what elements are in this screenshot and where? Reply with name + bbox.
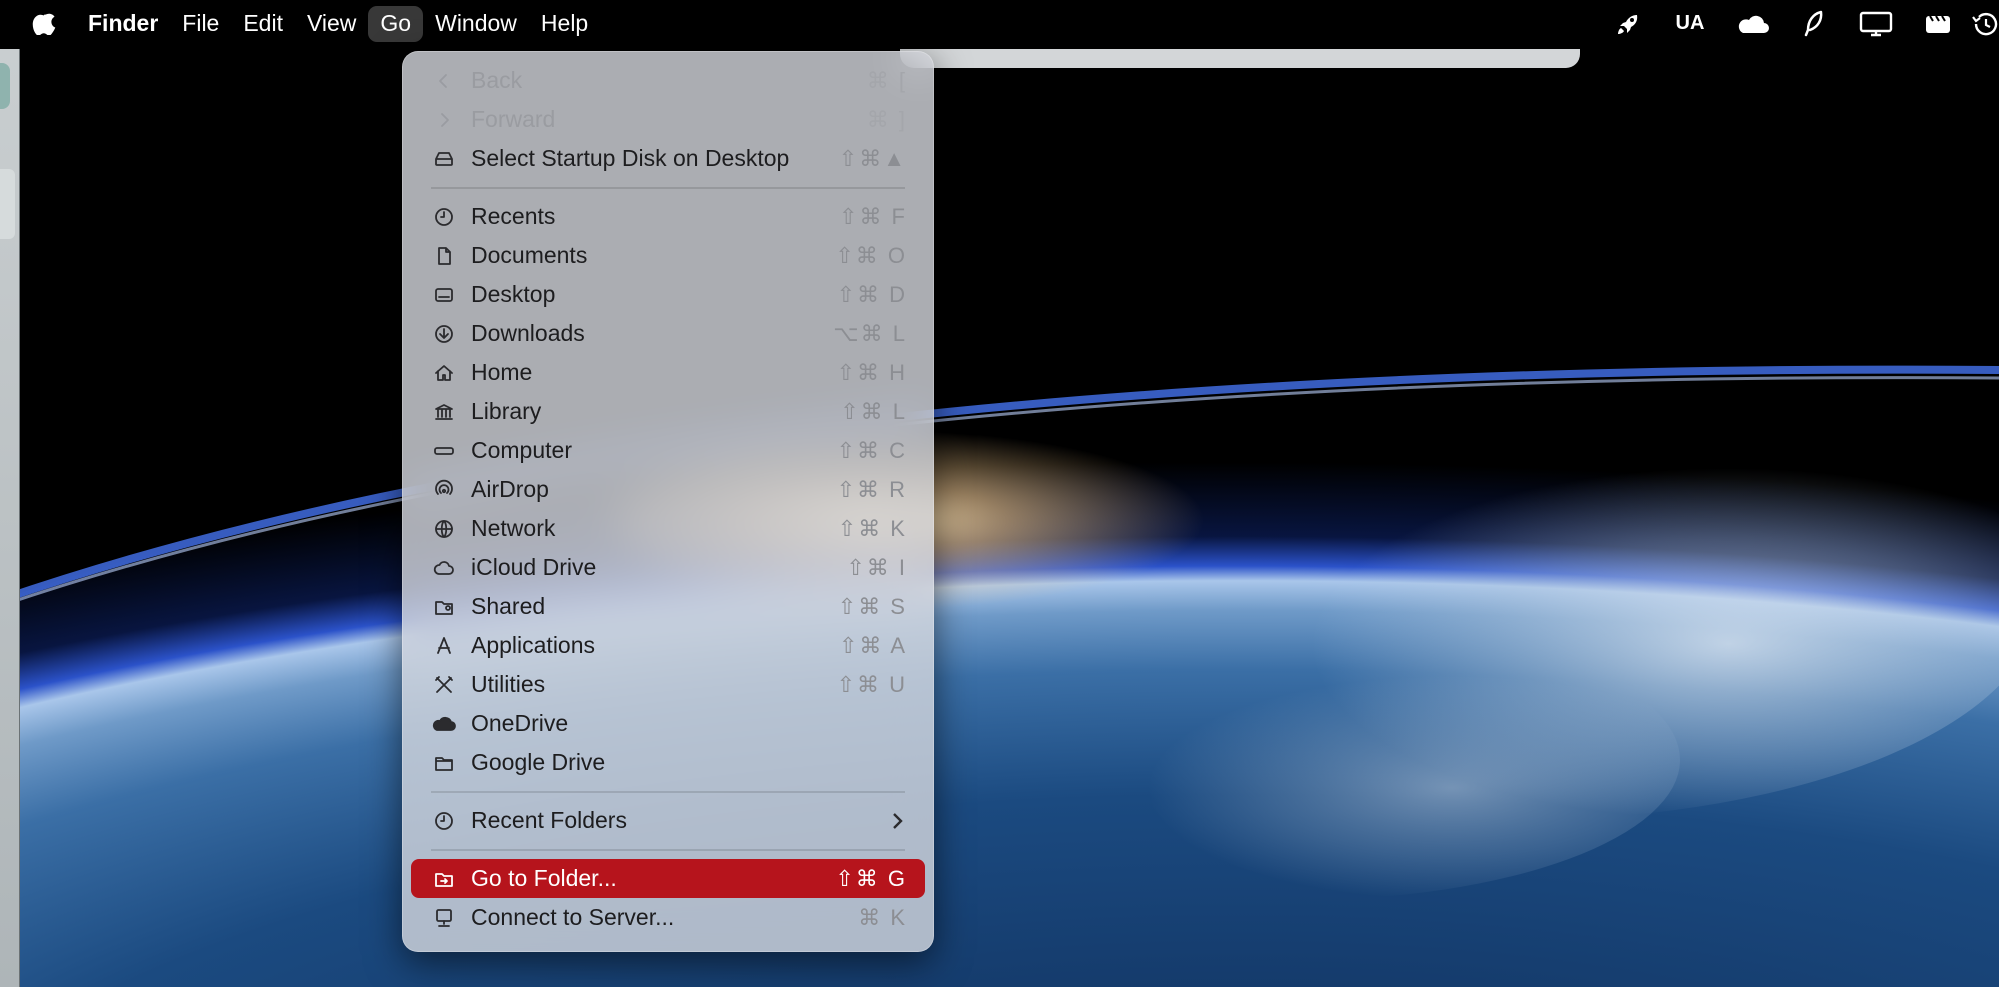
- menu-item-network[interactable]: Network ⇧⌘ K: [411, 509, 925, 548]
- menu-item-downloads[interactable]: Downloads ⌥⌘ L: [411, 314, 925, 353]
- menu-file[interactable]: File: [170, 6, 231, 42]
- menu-item-go-to-folder[interactable]: Go to Folder... ⇧⌘ G: [411, 859, 925, 898]
- menu-item-airdrop[interactable]: AirDrop ⇧⌘ R: [411, 470, 925, 509]
- time-machine-icon[interactable]: [1969, 0, 1999, 47]
- computer-icon: [431, 438, 457, 464]
- menu-item-select-startup-disk[interactable]: Select Startup Disk on Desktop ⇧⌘▲: [411, 139, 925, 178]
- display-icon[interactable]: [1845, 0, 1907, 47]
- clapperboard-icon[interactable]: [1907, 0, 1969, 47]
- rocket-icon[interactable]: [1597, 0, 1659, 47]
- clock-icon: [431, 808, 457, 834]
- shared-folder-icon: [431, 594, 457, 620]
- input-source-indicator[interactable]: UA: [1659, 0, 1721, 47]
- desktop-wallpaper: [0, 0, 1999, 987]
- applications-icon: [431, 633, 457, 659]
- menu-edit[interactable]: Edit: [231, 6, 295, 42]
- download-icon: [431, 321, 457, 347]
- server-icon: [431, 905, 457, 931]
- apple-logo-icon: [32, 7, 56, 41]
- menu-item-utilities[interactable]: Utilities ⇧⌘ U: [411, 665, 925, 704]
- menu-help[interactable]: Help: [529, 6, 600, 42]
- folder-icon: [431, 750, 457, 776]
- disk-icon: [431, 146, 457, 172]
- menu-item-google-drive[interactable]: Google Drive: [411, 743, 925, 782]
- library-icon: [431, 399, 457, 425]
- chevron-left-icon: [431, 68, 457, 94]
- background-window[interactable]: [900, 49, 1580, 68]
- menu-separator: [431, 849, 905, 851]
- chevron-right-icon: [887, 809, 907, 833]
- clock-icon: [431, 204, 457, 230]
- cloud-icon: [431, 555, 457, 581]
- menu-item-home[interactable]: Home ⇧⌘ H: [411, 353, 925, 392]
- desktop-icon: [431, 282, 457, 308]
- document-icon: [431, 243, 457, 269]
- menu-item-library[interactable]: Library ⇧⌘ L: [411, 392, 925, 431]
- home-icon: [431, 360, 457, 386]
- menu-item-connect-to-server[interactable]: Connect to Server... ⌘ K: [411, 898, 925, 937]
- menu-item-recents[interactable]: Recents ⇧⌘ F: [411, 197, 925, 236]
- onedrive-icon: [431, 711, 457, 737]
- menu-separator: [431, 187, 905, 189]
- airdrop-icon: [431, 477, 457, 503]
- apple-menu[interactable]: [28, 6, 76, 42]
- go-folder-icon: [431, 866, 457, 892]
- background-window-edge[interactable]: [0, 49, 20, 987]
- menu-finder[interactable]: Finder: [76, 6, 170, 42]
- menu-item-documents[interactable]: Documents ⇧⌘ O: [411, 236, 925, 275]
- menu-item-back[interactable]: Back ⌘ [: [411, 61, 925, 100]
- menu-item-onedrive[interactable]: OneDrive: [411, 704, 925, 743]
- menu-window[interactable]: Window: [423, 6, 529, 42]
- menu-item-forward[interactable]: Forward ⌘ ]: [411, 100, 925, 139]
- menu-bar: Finder File Edit View Go Window Help UA: [0, 0, 1999, 47]
- menu-item-recent-folders[interactable]: Recent Folders: [411, 801, 925, 840]
- menu-item-icloud-drive[interactable]: iCloud Drive ⇧⌘ I: [411, 548, 925, 587]
- chevron-right-icon: [431, 107, 457, 133]
- menu-separator: [431, 791, 905, 793]
- go-menu: Back ⌘ [ Forward ⌘ ] Select Startup Disk…: [402, 51, 934, 952]
- onedrive-status-icon[interactable]: [1721, 0, 1783, 47]
- network-icon: [431, 516, 457, 542]
- menu-item-computer[interactable]: Computer ⇧⌘ C: [411, 431, 925, 470]
- feather-icon[interactable]: [1783, 0, 1845, 47]
- menu-go[interactable]: Go: [368, 5, 424, 42]
- menu-view[interactable]: View: [295, 6, 368, 42]
- menu-item-applications[interactable]: Applications ⇧⌘ A: [411, 626, 925, 665]
- menu-item-desktop[interactable]: Desktop ⇧⌘ D: [411, 275, 925, 314]
- menu-item-shared[interactable]: Shared ⇧⌘ S: [411, 587, 925, 626]
- utilities-icon: [431, 672, 457, 698]
